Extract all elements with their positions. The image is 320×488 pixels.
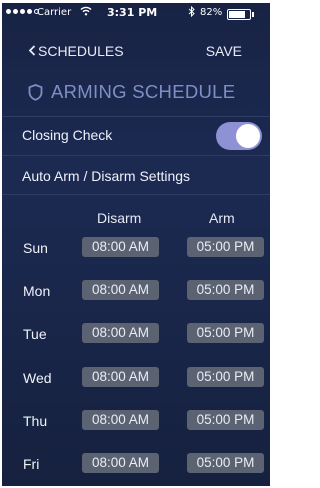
status-time: 3:31 PM [107,6,158,19]
shield-icon [28,83,43,101]
arm-column-header: Arm [209,210,235,226]
arm-time-thu[interactable]: 05:00 PM [187,410,264,430]
day-label-fri: Fri [23,456,40,472]
page-title-text: ARMING SCHEDULE [51,81,236,102]
back-button[interactable]: SCHEDULES [28,43,124,59]
disarm-time-fri[interactable]: 08:00 AM [82,453,159,473]
status-bar: Carrier 3:31 PM 82% [2,3,270,23]
carrier-name: Carrier [37,7,72,18]
chevron-left-icon [28,44,36,59]
signal-strength-icon [6,9,39,14]
day-label-mon: Mon [23,283,51,299]
arm-time-sun[interactable]: 05:00 PM [187,237,264,257]
arm-time-tue[interactable]: 05:00 PM [187,323,264,343]
closing-check-toggle[interactable] [216,122,262,150]
day-label-sun: Sun [23,240,48,256]
divider [2,155,270,156]
toggle-knob [236,124,260,148]
page-title: ARMING SCHEDULE [28,81,258,103]
auto-arm-disarm-label: Auto Arm / Disarm Settings [22,168,191,184]
battery-percent: 82% [200,7,223,18]
wifi-icon [80,6,92,19]
save-button[interactable]: SAVE [206,43,242,59]
arm-time-mon[interactable]: 05:00 PM [187,280,264,300]
disarm-time-thu[interactable]: 08:00 AM [82,410,159,430]
day-label-tue: Tue [23,326,47,342]
disarm-time-sun[interactable]: 08:00 AM [82,237,159,257]
app-screen: Carrier 3:31 PM 82% SCHEDULES SAVE ARMIN… [2,3,270,486]
arm-time-wed[interactable]: 05:00 PM [187,367,264,387]
bluetooth-icon [188,5,195,20]
disarm-time-mon[interactable]: 08:00 AM [82,280,159,300]
day-label-wed: Wed [23,370,52,386]
disarm-time-tue[interactable]: 08:00 AM [82,323,159,343]
battery-icon [227,9,254,20]
disarm-column-header: Disarm [97,210,142,226]
closing-check-label: Closing Check [22,127,113,143]
divider [2,116,270,117]
divider [2,194,270,195]
back-button-label: SCHEDULES [38,43,124,59]
arm-time-fri[interactable]: 05:00 PM [187,453,264,473]
day-label-thu: Thu [23,413,48,429]
disarm-time-wed[interactable]: 08:00 AM [82,367,159,387]
